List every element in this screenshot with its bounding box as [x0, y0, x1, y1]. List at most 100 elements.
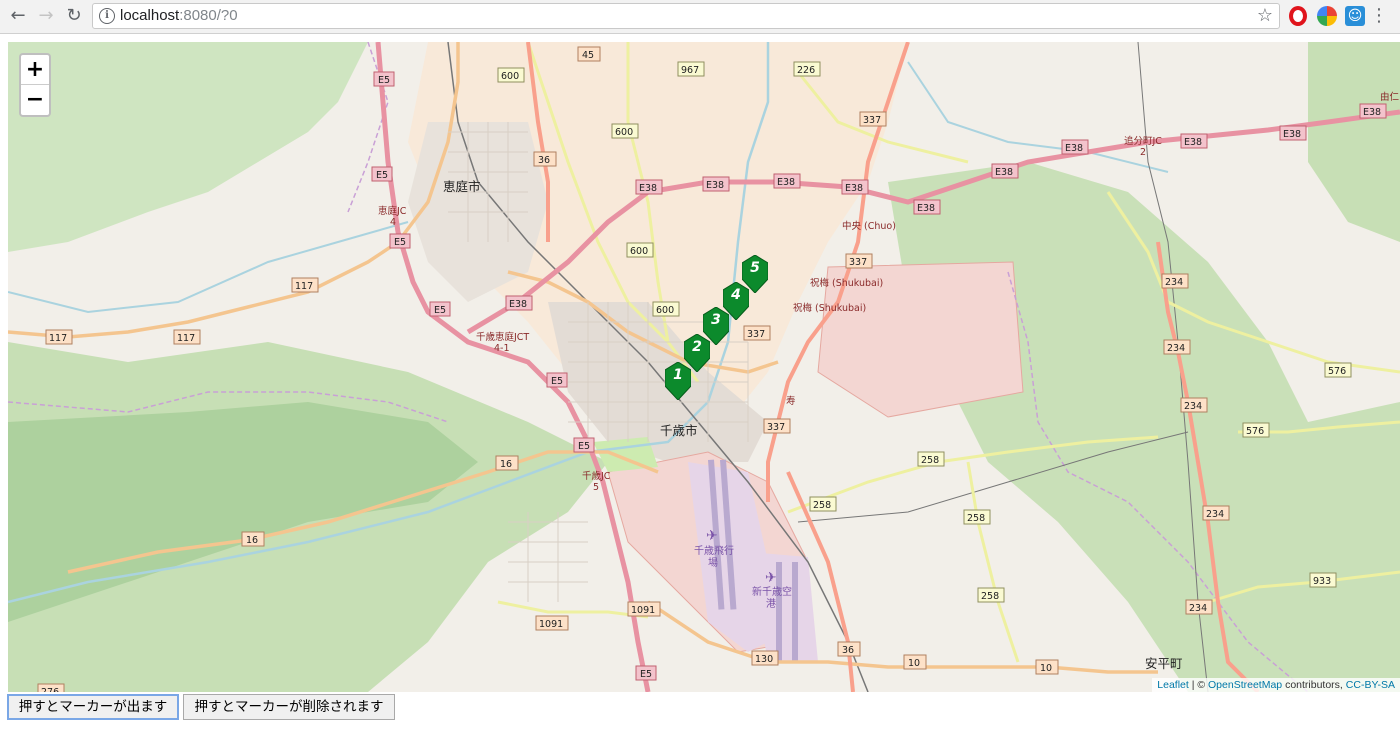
svg-text:10: 10: [1040, 663, 1052, 674]
url-text[interactable]: localhost:8080/?0: [120, 7, 238, 24]
osm-link[interactable]: OpenStreetMap: [1208, 679, 1282, 691]
svg-text:576: 576: [1246, 426, 1264, 437]
svg-text:E38: E38: [1363, 107, 1381, 118]
svg-text:36: 36: [538, 155, 550, 166]
svg-text:933: 933: [1313, 576, 1331, 587]
svg-text:E38: E38: [706, 180, 724, 191]
label-chitose: 千歳市: [660, 423, 698, 438]
menu-icon[interactable]: ⋮: [1370, 4, 1388, 28]
label-airport-1: 千歳飛行: [694, 544, 734, 557]
forward-icon[interactable]: →: [34, 4, 58, 28]
svg-text:600: 600: [501, 71, 519, 82]
back-icon[interactable]: ←: [6, 4, 30, 28]
svg-text:16: 16: [500, 459, 512, 470]
label-eniwa: 恵庭市: [443, 179, 481, 194]
svg-text:337: 337: [849, 257, 867, 268]
svg-text:600: 600: [656, 305, 674, 316]
label-airport-2b: 港: [766, 598, 776, 610]
svg-text:258: 258: [967, 513, 985, 524]
svg-text:36: 36: [842, 645, 854, 656]
label-eniwa-jc: 恵庭JC: [378, 205, 407, 217]
svg-text:1091: 1091: [539, 619, 563, 630]
label-chitose-eniwa-jct-num: 4-1: [494, 343, 510, 354]
leaflet-link[interactable]: Leaflet: [1157, 679, 1189, 691]
label-oiwake-jc: 追分町JC: [1124, 135, 1162, 147]
svg-text:226: 226: [797, 65, 815, 76]
svg-text:E38: E38: [1065, 143, 1083, 154]
svg-text:234: 234: [1184, 401, 1202, 412]
label-chitose-eniwa-jct: 千歳恵庭JCT: [476, 331, 529, 343]
license-link[interactable]: CC-BY-SA: [1346, 679, 1395, 691]
svg-text:E5: E5: [551, 376, 563, 387]
svg-text:600: 600: [615, 127, 633, 138]
svg-text:234: 234: [1167, 343, 1185, 354]
attribution-contributors: contributors,: [1282, 679, 1346, 691]
label-shukubai-1: 祝梅 (Shukubai): [810, 277, 883, 289]
attribution-separator: | ©: [1188, 679, 1209, 691]
zoom-control: + −: [19, 53, 51, 117]
svg-text:E5: E5: [378, 75, 390, 86]
svg-text:E5: E5: [578, 441, 590, 452]
label-airport-1b: 場: [708, 556, 718, 569]
info-icon[interactable]: i: [99, 8, 115, 24]
svg-text:10: 10: [908, 658, 920, 669]
svg-text:E38: E38: [639, 183, 657, 194]
map-attribution: Leaflet | © OpenStreetMap contributors, …: [1152, 678, 1400, 692]
svg-text:16: 16: [246, 535, 258, 546]
svg-text:117: 117: [49, 333, 67, 344]
svg-text:E38: E38: [995, 167, 1013, 178]
svg-text:258: 258: [813, 500, 831, 511]
svg-text:E38: E38: [917, 203, 935, 214]
svg-text:E5: E5: [394, 237, 406, 248]
label-oiwake-jc-num: 2: [1140, 147, 1146, 158]
svg-text:337: 337: [863, 115, 881, 126]
svg-text:E38: E38: [1184, 137, 1202, 148]
svg-text:234: 234: [1189, 603, 1207, 614]
svg-text:337: 337: [747, 329, 765, 340]
svg-text:576: 576: [1328, 366, 1346, 377]
svg-text:130: 130: [755, 654, 773, 665]
svg-text:45: 45: [582, 50, 594, 61]
url-rest: :8080/?0: [179, 7, 238, 24]
svg-text:276: 276: [41, 687, 59, 692]
zoom-out-button[interactable]: −: [21, 85, 49, 115]
svg-text:337: 337: [767, 422, 785, 433]
svg-text:E5: E5: [434, 305, 446, 316]
label-airport-2: 新千歳空: [752, 585, 792, 598]
svg-text:234: 234: [1165, 277, 1183, 288]
star-icon[interactable]: ☆: [1257, 5, 1273, 26]
svg-text:E38: E38: [777, 177, 795, 188]
label-chitose-jc-num: 5: [593, 482, 599, 493]
svg-text:117: 117: [177, 333, 195, 344]
extension-icon[interactable]: [1317, 6, 1337, 26]
zoom-in-button[interactable]: +: [21, 55, 49, 85]
svg-text:234: 234: [1206, 509, 1224, 520]
extension-blue-icon[interactable]: ☺: [1345, 6, 1365, 26]
address-bar[interactable]: i localhost:8080/?0 ☆: [92, 3, 1280, 29]
label-yuni: 由仁: [1380, 91, 1400, 103]
opera-icon[interactable]: [1289, 6, 1307, 26]
label-shukubai-2: 祝梅 (Shukubai): [793, 302, 866, 314]
svg-text:258: 258: [921, 455, 939, 466]
browser-toolbar: ← → ↻ i localhost:8080/?0 ☆ ☺ ⋮: [0, 0, 1400, 34]
svg-text:117: 117: [295, 281, 313, 292]
map-marker[interactable]: 5: [742, 255, 768, 293]
remove-markers-button[interactable]: 押すとマーカーが削除されます: [183, 694, 395, 720]
airplane-icon: ✈: [765, 570, 777, 586]
label-chitose-jc: 千歳JC: [582, 470, 611, 482]
url-host: localhost: [120, 7, 180, 24]
map-container[interactable]: E5 E5 E5 E5 E5 E5 E5 E38 E38 E38 E38 E38…: [8, 42, 1400, 692]
svg-text:E38: E38: [509, 299, 527, 310]
reload-icon[interactable]: ↻: [62, 4, 86, 28]
svg-text:967: 967: [681, 65, 699, 76]
add-markers-button[interactable]: 押すとマーカーが出ます: [7, 694, 179, 720]
svg-text:1091: 1091: [631, 605, 655, 616]
svg-text:E38: E38: [1283, 129, 1301, 140]
label-eniwa-jc-num: 4: [390, 217, 396, 228]
label-abira: 安平町: [1145, 656, 1183, 671]
svg-text:258: 258: [981, 591, 999, 602]
svg-text:E38: E38: [845, 183, 863, 194]
airplane-icon: ✈: [706, 528, 718, 544]
svg-text:E5: E5: [376, 170, 388, 181]
label-chuo: 中央 (Chuo): [842, 220, 896, 232]
